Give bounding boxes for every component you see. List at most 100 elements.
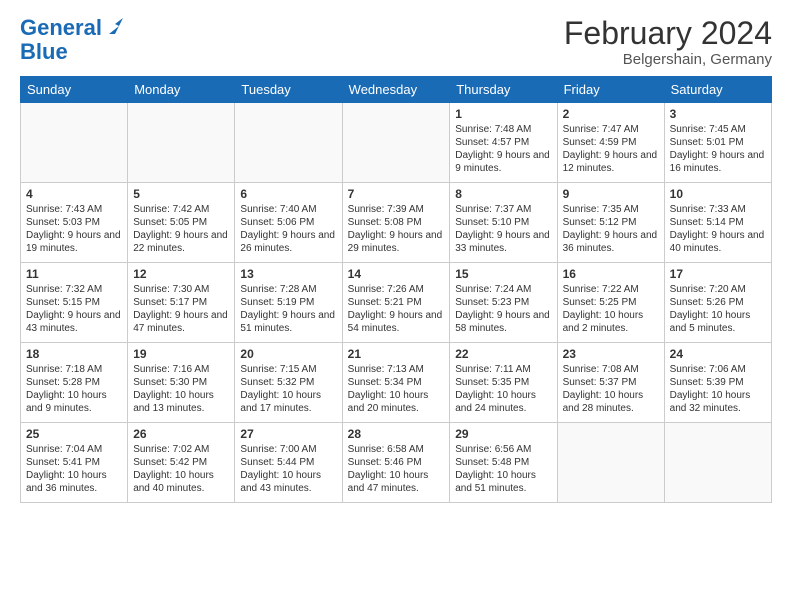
logo-text: General	[20, 16, 102, 40]
table-row: 9 Sunrise: 7:35 AMSunset: 5:12 PMDayligh…	[557, 183, 664, 263]
table-row	[342, 103, 450, 183]
table-row: 10 Sunrise: 7:33 AMSunset: 5:14 PMDaylig…	[664, 183, 771, 263]
table-row: 1 Sunrise: 7:48 AMSunset: 4:57 PMDayligh…	[450, 103, 557, 183]
calendar-week-row: 25 Sunrise: 7:04 AMSunset: 5:41 PMDaylig…	[21, 423, 772, 503]
day-info: Sunrise: 7:11 AMSunset: 5:35 PMDaylight:…	[455, 364, 536, 414]
day-number: 23	[563, 347, 659, 361]
table-row: 17 Sunrise: 7:20 AMSunset: 5:26 PMDaylig…	[664, 263, 771, 343]
day-info: Sunrise: 7:00 AMSunset: 5:44 PMDaylight:…	[240, 444, 321, 494]
day-number: 16	[563, 267, 659, 281]
day-info: Sunrise: 7:33 AMSunset: 5:14 PMDaylight:…	[670, 204, 765, 254]
table-row: 8 Sunrise: 7:37 AMSunset: 5:10 PMDayligh…	[450, 183, 557, 263]
day-number: 8	[455, 187, 551, 201]
day-number: 29	[455, 427, 551, 441]
table-row: 25 Sunrise: 7:04 AMSunset: 5:41 PMDaylig…	[21, 423, 128, 503]
table-row	[664, 423, 771, 503]
day-info: Sunrise: 6:58 AMSunset: 5:46 PMDaylight:…	[348, 444, 429, 494]
day-info: Sunrise: 7:42 AMSunset: 5:05 PMDaylight:…	[133, 204, 228, 254]
day-info: Sunrise: 7:35 AMSunset: 5:12 PMDaylight:…	[563, 204, 658, 254]
table-row: 11 Sunrise: 7:32 AMSunset: 5:15 PMDaylig…	[21, 263, 128, 343]
table-row: 19 Sunrise: 7:16 AMSunset: 5:30 PMDaylig…	[128, 343, 235, 423]
day-number: 28	[348, 427, 445, 441]
day-number: 17	[670, 267, 766, 281]
table-row: 7 Sunrise: 7:39 AMSunset: 5:08 PMDayligh…	[342, 183, 450, 263]
day-info: Sunrise: 6:56 AMSunset: 5:48 PMDaylight:…	[455, 444, 536, 494]
table-row: 13 Sunrise: 7:28 AMSunset: 5:19 PMDaylig…	[235, 263, 342, 343]
col-sunday: Sunday	[21, 77, 128, 103]
day-info: Sunrise: 7:30 AMSunset: 5:17 PMDaylight:…	[133, 284, 228, 334]
logo: General Blue	[20, 16, 123, 63]
day-number: 2	[563, 107, 659, 121]
page-container: General Blue February 2024 Belgershain, …	[0, 0, 792, 513]
table-row	[21, 103, 128, 183]
day-info: Sunrise: 7:43 AMSunset: 5:03 PMDaylight:…	[26, 204, 121, 254]
col-saturday: Saturday	[664, 77, 771, 103]
day-number: 7	[348, 187, 445, 201]
day-info: Sunrise: 7:26 AMSunset: 5:21 PMDaylight:…	[348, 284, 443, 334]
table-row: 2 Sunrise: 7:47 AMSunset: 4:59 PMDayligh…	[557, 103, 664, 183]
table-row: 18 Sunrise: 7:18 AMSunset: 5:28 PMDaylig…	[21, 343, 128, 423]
day-number: 25	[26, 427, 122, 441]
day-number: 26	[133, 427, 229, 441]
day-number: 14	[348, 267, 445, 281]
day-number: 6	[240, 187, 336, 201]
table-row: 21 Sunrise: 7:13 AMSunset: 5:34 PMDaylig…	[342, 343, 450, 423]
calendar-week-row: 4 Sunrise: 7:43 AMSunset: 5:03 PMDayligh…	[21, 183, 772, 263]
day-number: 21	[348, 347, 445, 361]
day-info: Sunrise: 7:45 AMSunset: 5:01 PMDaylight:…	[670, 124, 765, 174]
table-row	[235, 103, 342, 183]
day-info: Sunrise: 7:37 AMSunset: 5:10 PMDaylight:…	[455, 204, 550, 254]
day-number: 13	[240, 267, 336, 281]
col-monday: Monday	[128, 77, 235, 103]
day-number: 10	[670, 187, 766, 201]
main-title: February 2024	[564, 16, 772, 51]
day-info: Sunrise: 7:16 AMSunset: 5:30 PMDaylight:…	[133, 364, 214, 414]
day-info: Sunrise: 7:02 AMSunset: 5:42 PMDaylight:…	[133, 444, 214, 494]
day-number: 24	[670, 347, 766, 361]
day-number: 11	[26, 267, 122, 281]
day-info: Sunrise: 7:06 AMSunset: 5:39 PMDaylight:…	[670, 364, 751, 414]
table-row: 5 Sunrise: 7:42 AMSunset: 5:05 PMDayligh…	[128, 183, 235, 263]
day-info: Sunrise: 7:08 AMSunset: 5:37 PMDaylight:…	[563, 364, 644, 414]
day-info: Sunrise: 7:32 AMSunset: 5:15 PMDaylight:…	[26, 284, 121, 334]
table-row: 28 Sunrise: 6:58 AMSunset: 5:46 PMDaylig…	[342, 423, 450, 503]
table-row: 23 Sunrise: 7:08 AMSunset: 5:37 PMDaylig…	[557, 343, 664, 423]
table-row: 20 Sunrise: 7:15 AMSunset: 5:32 PMDaylig…	[235, 343, 342, 423]
table-row: 16 Sunrise: 7:22 AMSunset: 5:25 PMDaylig…	[557, 263, 664, 343]
day-number: 3	[670, 107, 766, 121]
calendar-table: Sunday Monday Tuesday Wednesday Thursday…	[20, 76, 772, 503]
col-friday: Friday	[557, 77, 664, 103]
subtitle: Belgershain, Germany	[564, 51, 772, 68]
table-row: 27 Sunrise: 7:00 AMSunset: 5:44 PMDaylig…	[235, 423, 342, 503]
table-row: 26 Sunrise: 7:02 AMSunset: 5:42 PMDaylig…	[128, 423, 235, 503]
table-row: 15 Sunrise: 7:24 AMSunset: 5:23 PMDaylig…	[450, 263, 557, 343]
day-info: Sunrise: 7:47 AMSunset: 4:59 PMDaylight:…	[563, 124, 658, 174]
calendar-week-row: 11 Sunrise: 7:32 AMSunset: 5:15 PMDaylig…	[21, 263, 772, 343]
table-row: 12 Sunrise: 7:30 AMSunset: 5:17 PMDaylig…	[128, 263, 235, 343]
day-number: 22	[455, 347, 551, 361]
table-row: 22 Sunrise: 7:11 AMSunset: 5:35 PMDaylig…	[450, 343, 557, 423]
day-number: 12	[133, 267, 229, 281]
table-row: 4 Sunrise: 7:43 AMSunset: 5:03 PMDayligh…	[21, 183, 128, 263]
day-number: 19	[133, 347, 229, 361]
calendar-header-row: Sunday Monday Tuesday Wednesday Thursday…	[21, 77, 772, 103]
day-info: Sunrise: 7:48 AMSunset: 4:57 PMDaylight:…	[455, 124, 550, 174]
table-row: 24 Sunrise: 7:06 AMSunset: 5:39 PMDaylig…	[664, 343, 771, 423]
calendar-week-row: 18 Sunrise: 7:18 AMSunset: 5:28 PMDaylig…	[21, 343, 772, 423]
day-info: Sunrise: 7:39 AMSunset: 5:08 PMDaylight:…	[348, 204, 443, 254]
logo-bird-icon	[105, 18, 123, 36]
header: General Blue February 2024 Belgershain, …	[20, 16, 772, 68]
title-area: February 2024 Belgershain, Germany	[564, 16, 772, 68]
day-info: Sunrise: 7:15 AMSunset: 5:32 PMDaylight:…	[240, 364, 321, 414]
day-info: Sunrise: 7:18 AMSunset: 5:28 PMDaylight:…	[26, 364, 107, 414]
day-number: 1	[455, 107, 551, 121]
table-row	[128, 103, 235, 183]
day-info: Sunrise: 7:20 AMSunset: 5:26 PMDaylight:…	[670, 284, 751, 334]
logo-blue: Blue	[20, 41, 123, 63]
day-info: Sunrise: 7:13 AMSunset: 5:34 PMDaylight:…	[348, 364, 429, 414]
calendar-week-row: 1 Sunrise: 7:48 AMSunset: 4:57 PMDayligh…	[21, 103, 772, 183]
day-number: 9	[563, 187, 659, 201]
day-info: Sunrise: 7:22 AMSunset: 5:25 PMDaylight:…	[563, 284, 644, 334]
day-number: 18	[26, 347, 122, 361]
table-row: 3 Sunrise: 7:45 AMSunset: 5:01 PMDayligh…	[664, 103, 771, 183]
